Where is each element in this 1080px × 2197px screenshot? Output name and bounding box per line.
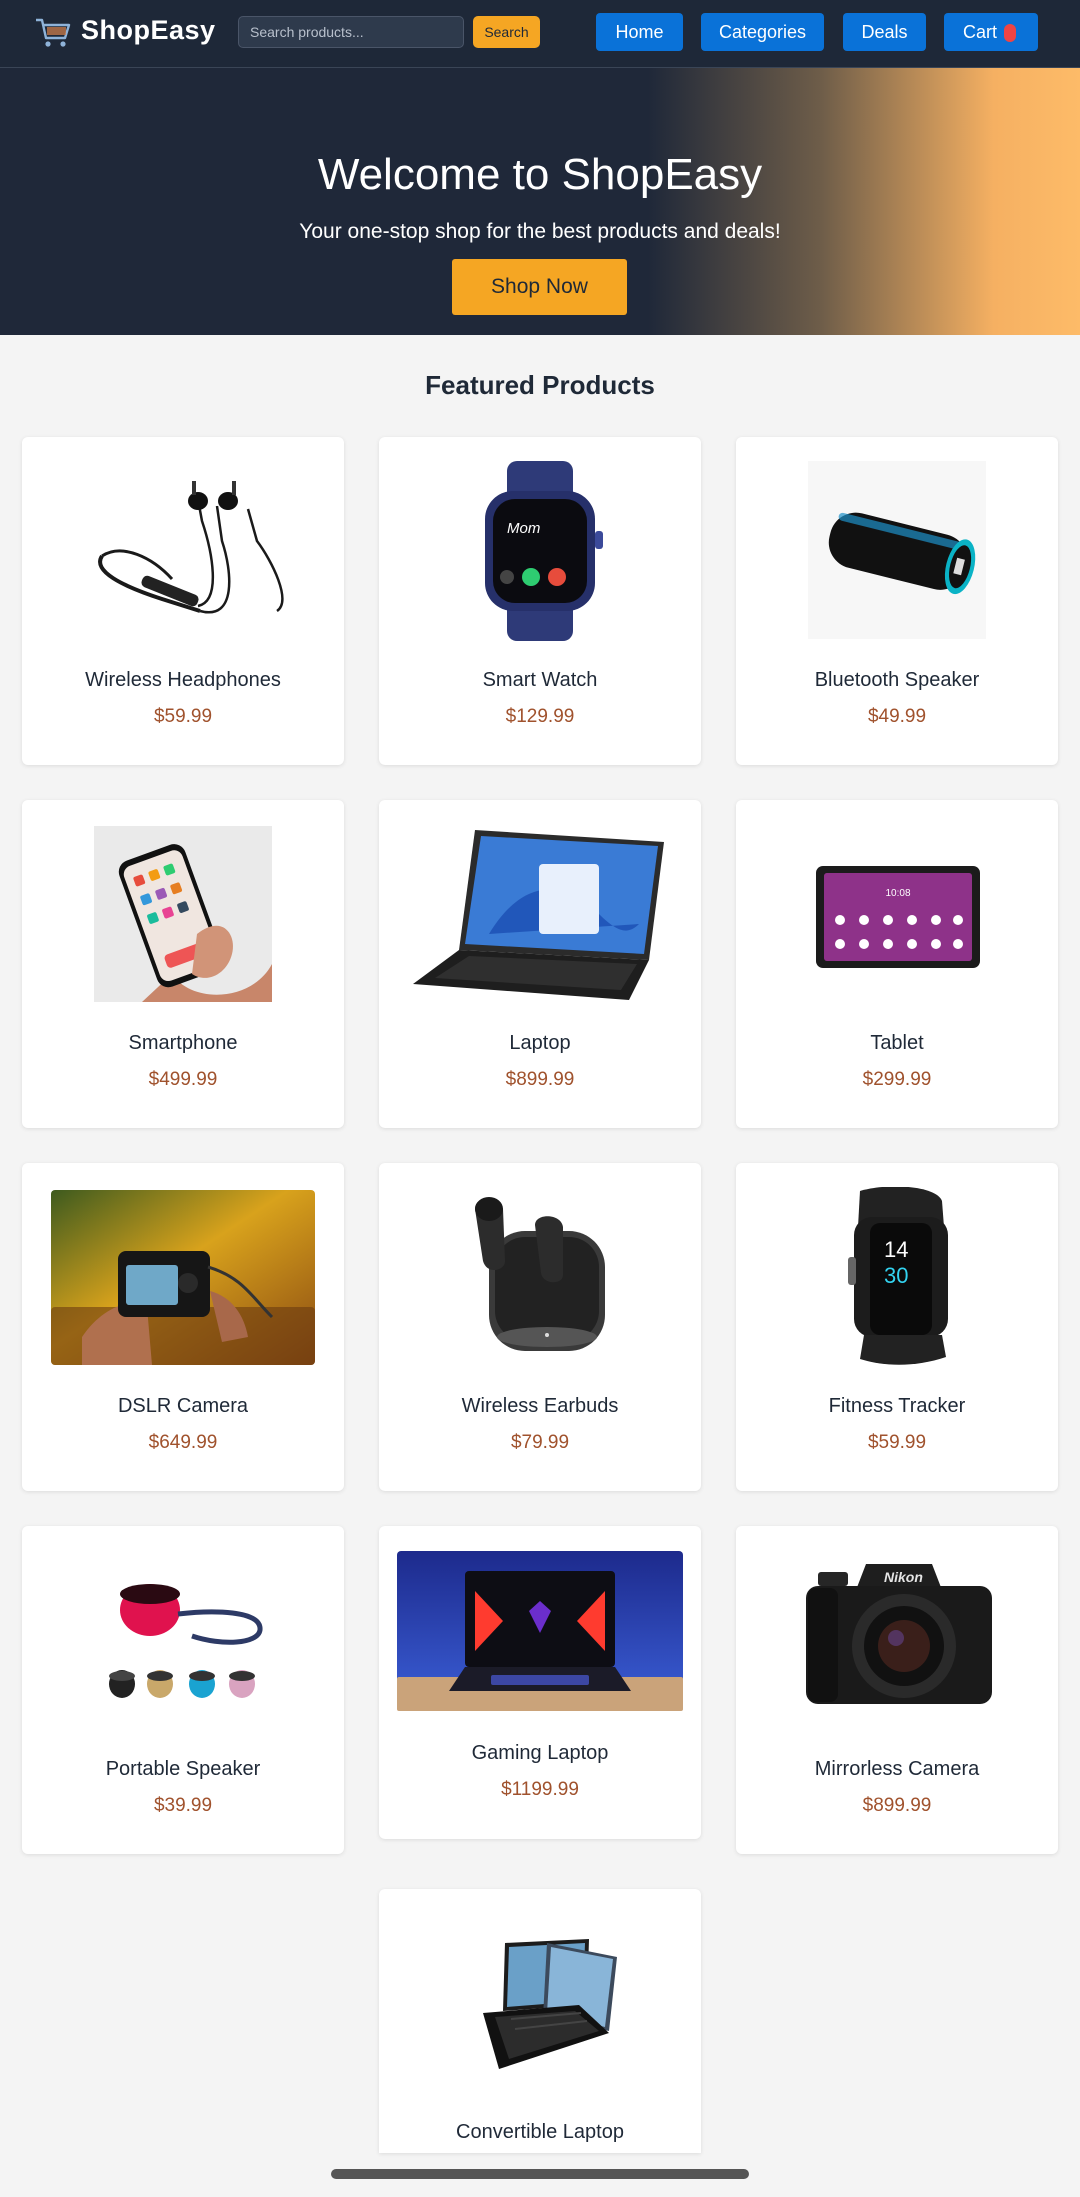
product-card[interactable]: Wireless Headphones $59.99 xyxy=(22,437,344,765)
product-name: Wireless Headphones xyxy=(85,669,281,691)
product-card[interactable]: Nikon Mirrorless Camera $899.99 xyxy=(736,1526,1058,1854)
product-price: $129.99 xyxy=(505,706,575,727)
product-card[interactable]: Laptop $899.99 xyxy=(379,800,701,1128)
hero-banner: Welcome to ShopEasy Your one-stop shop f… xyxy=(0,68,1080,335)
laptop-image xyxy=(413,830,664,1000)
fitness-tracker-image: 14 30 xyxy=(848,1187,948,1365)
cart-count-badge xyxy=(1004,24,1016,42)
product-name: Wireless Earbuds xyxy=(461,1395,619,1417)
product-price: $39.99 xyxy=(153,1795,213,1816)
product-card[interactable]: Smartphone $499.99 xyxy=(22,800,344,1128)
hero-title: Welcome to ShopEasy xyxy=(317,150,763,199)
product-card[interactable]: Convertible Laptop xyxy=(379,1889,701,2153)
neckband-headphones-image xyxy=(98,481,284,614)
product-name: Bluetooth Speaker xyxy=(814,669,980,691)
product-card[interactable]: 10:08 Tablet $299.99 xyxy=(736,800,1058,1128)
earbuds-image xyxy=(475,1197,605,1351)
camera-brand-text: Nikon xyxy=(884,1569,923,1585)
portable-speaker-image xyxy=(109,1584,263,1698)
search-input[interactable] xyxy=(238,16,464,48)
dslr-camera-image xyxy=(51,1190,315,1365)
featured-products-title: Featured Products xyxy=(425,370,655,400)
product-card[interactable]: Bluetooth Speaker $49.99 xyxy=(736,437,1058,765)
shopping-cart-icon[interactable] xyxy=(34,14,72,50)
convertible-laptop-image xyxy=(483,1939,617,2069)
nav-deals-button[interactable]: Deals xyxy=(843,13,926,51)
product-name: Gaming Laptop xyxy=(471,1742,609,1764)
product-price: $79.99 xyxy=(510,1432,570,1453)
product-price: $1199.99 xyxy=(501,1779,579,1800)
nav-home-button[interactable]: Home xyxy=(596,13,683,51)
tablet-clock-text: 10:08 xyxy=(885,888,910,899)
watch-caller-text: Mom xyxy=(507,520,540,537)
product-name: Fitness Tracker xyxy=(828,1395,966,1417)
home-indicator[interactable] xyxy=(331,2169,749,2179)
product-card[interactable]: Gaming Laptop $1199.99 xyxy=(379,1526,701,1839)
product-card[interactable]: DSLR Camera $649.99 xyxy=(22,1163,344,1491)
product-name: Tablet xyxy=(870,1032,924,1054)
product-price: $899.99 xyxy=(505,1069,575,1090)
product-price: $49.99 xyxy=(867,706,927,727)
product-name: Portable Speaker xyxy=(105,1758,261,1780)
product-name: Mirrorless Camera xyxy=(814,1758,980,1780)
tablet-image: 10:08 xyxy=(816,866,980,968)
product-price: $899.99 xyxy=(862,1795,932,1816)
product-card[interactable]: 14 30 Fitness Tracker $59.99 xyxy=(736,1163,1058,1491)
product-name: Laptop xyxy=(509,1032,571,1054)
product-price: $59.99 xyxy=(153,706,213,727)
product-card[interactable]: Wireless Earbuds $79.99 xyxy=(379,1163,701,1491)
nav-categories-button[interactable]: Categories xyxy=(701,13,824,51)
nav-cart-button[interactable]: Cart xyxy=(944,13,1038,51)
tracker-minute-text: 30 xyxy=(884,1263,908,1288)
product-card[interactable]: Mom Smart Watch $129.99 xyxy=(379,437,701,765)
shop-now-button[interactable]: Shop Now xyxy=(452,259,627,315)
product-price: $59.99 xyxy=(867,1432,927,1453)
mirrorless-camera-image: Nikon xyxy=(806,1564,992,1704)
gaming-laptop-image xyxy=(397,1551,683,1711)
product-price: $299.99 xyxy=(862,1069,932,1090)
product-name: Smartphone xyxy=(128,1032,238,1054)
brand-logo[interactable]: ShopEasy xyxy=(81,15,216,46)
smart-watch-image: Mom xyxy=(485,461,603,641)
bluetooth-speaker-image xyxy=(808,461,986,639)
product-price: $649.99 xyxy=(148,1432,218,1453)
product-name: DSLR Camera xyxy=(117,1395,249,1417)
navbar: ShopEasy Search Home Categories Deals Ca… xyxy=(0,0,1080,68)
product-name: Convertible Laptop xyxy=(456,2121,624,2143)
tracker-hour-text: 14 xyxy=(884,1237,908,1262)
cart-label: Cart xyxy=(963,21,998,42)
search-button[interactable]: Search xyxy=(473,16,540,48)
hero-subtitle: Your one-stop shop for the best products… xyxy=(299,220,781,243)
product-card[interactable]: Portable Speaker $39.99 xyxy=(22,1526,344,1854)
product-price: $499.99 xyxy=(148,1069,218,1090)
product-name: Smart Watch xyxy=(482,669,598,691)
smartphone-image xyxy=(94,826,272,1002)
